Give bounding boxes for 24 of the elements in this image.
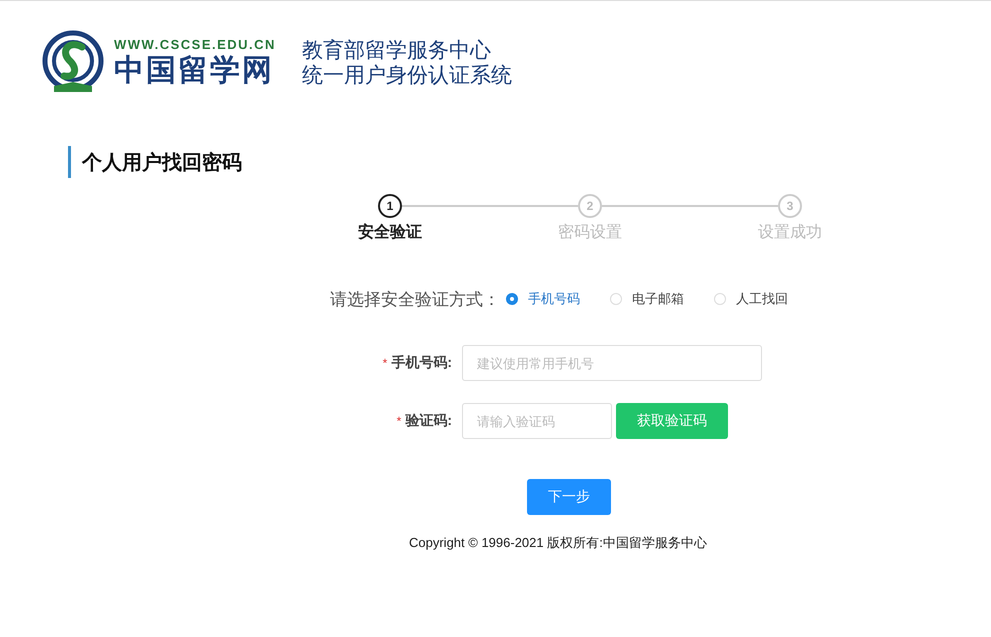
system-name: 统一用户身份认证系统 — [302, 63, 512, 88]
radio-label[interactable]: 人工找回 — [736, 290, 788, 308]
field-label: 验证码: — [405, 412, 452, 430]
copyright-text: Copyright © 1996-2021 版权所有:中国留学服务中心 — [409, 534, 707, 552]
site-url: WWW.CSCSE.EDU.CN — [114, 37, 276, 53]
radio-label[interactable]: 电子邮箱 — [632, 290, 684, 308]
step-label: 设置成功 — [757, 222, 823, 243]
organization-name: 教育部留学服务中心 — [302, 38, 492, 63]
site-name: 中国留学网 — [114, 53, 275, 89]
method-label: 请选择安全验证方式： — [330, 288, 500, 310]
step-label: 密码设置 — [557, 222, 623, 243]
code-field[interactable]: 请输入验证码 — [462, 403, 612, 439]
page-title: 个人用户找回密码 — [82, 150, 242, 176]
step-number: 2 — [578, 194, 602, 218]
next-button[interactable]: 下一步 — [527, 479, 611, 515]
step-number: 1 — [378, 194, 402, 218]
step-number: 3 — [778, 194, 802, 218]
phone-field[interactable]: 建议使用常用手机号 — [462, 345, 762, 381]
step-label: 安全验证 — [357, 222, 423, 243]
radio-label[interactable]: 手机号码 — [528, 290, 580, 308]
required-mark: * — [396, 414, 402, 428]
radio-button[interactable] — [506, 293, 518, 305]
field-label: 手机号码: — [391, 354, 452, 372]
required-mark: * — [382, 356, 388, 370]
